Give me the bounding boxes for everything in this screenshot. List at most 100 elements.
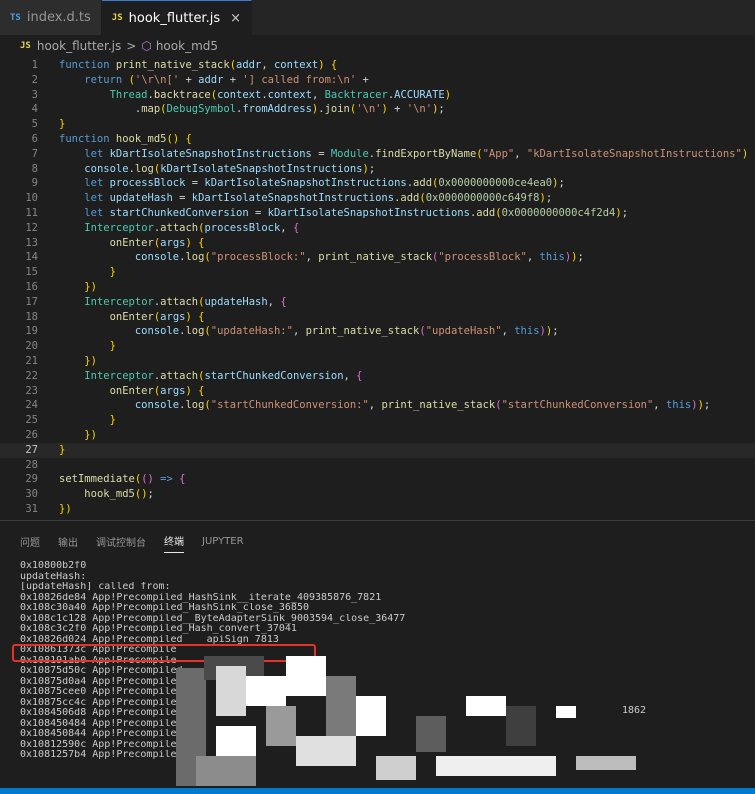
code-line[interactable]: 8 console.log(kDartIsolateSnapshotInstru…: [0, 162, 755, 177]
line-number: 19: [25, 325, 38, 338]
line-number: 6: [31, 132, 38, 145]
code-line[interactable]: 5}: [0, 117, 755, 132]
code-line[interactable]: 31}): [0, 502, 755, 517]
line-number: 10: [25, 192, 38, 205]
panel-tab[interactable]: JUPYTER: [202, 532, 244, 551]
code-line[interactable]: 16 }): [0, 280, 755, 295]
line-number: 21: [25, 354, 38, 367]
tab-index-d-ts[interactable]: TS index.d.ts: [0, 0, 102, 35]
tab-hook-flutter-js[interactable]: JS hook_flutter.js ×: [101, 0, 253, 35]
code-text: }: [109, 414, 116, 427]
terminal-line: [updateHash] called from:: [20, 582, 171, 592]
code-line[interactable]: 11 let startChunkedConversion = kDartIso…: [0, 206, 755, 221]
function-cube-icon: ⬡: [141, 39, 152, 53]
code-line[interactable]: 14 console.log("processBlock:", print_na…: [0, 250, 755, 265]
line-number: 16: [25, 280, 38, 293]
javascript-file-icon: JS: [111, 13, 123, 23]
code-line[interactable]: 25 }: [0, 413, 755, 428]
code-line[interactable]: 15 }: [0, 265, 755, 280]
terminal-line: 0x108c1c128 App!Precompiled__ByteAdapter…: [20, 613, 406, 624]
code-text: }: [59, 443, 66, 456]
line-number: 17: [25, 295, 38, 308]
breadcrumb-symbol[interactable]: hook_md5: [156, 39, 218, 53]
terminal-line: 0x10800b2f0: [20, 561, 87, 571]
code-text: let updateHash = kDartIsolateSnapshotIns…: [84, 192, 553, 205]
code-text: onEnter(args) {: [109, 310, 205, 323]
code-line[interactable]: 21 }): [0, 354, 755, 369]
line-number: 26: [25, 428, 38, 441]
code-line[interactable]: 28: [0, 458, 755, 473]
code-text: }): [84, 354, 97, 367]
breadcrumb-file[interactable]: hook_flutter.js: [37, 39, 121, 53]
line-number: 7: [31, 147, 38, 160]
code-text: console.log("updateHash:", print_native_…: [134, 325, 559, 338]
code-text: return ('\r\n[' + addr + '] called from:…: [84, 73, 369, 86]
breadcrumb: JS hook_flutter.js > ⬡ hook_md5: [0, 36, 755, 56]
line-number: 28: [25, 458, 38, 471]
line-number: 5: [31, 118, 38, 131]
code-text: console.log("startChunkedConversion:", p…: [134, 399, 711, 412]
code-text: Interceptor.attach(updateHash, {: [84, 295, 287, 308]
tab-label: hook_flutter.js: [128, 10, 221, 26]
panel-tab[interactable]: 问题: [20, 530, 40, 553]
line-number: 9: [31, 177, 38, 190]
typescript-file-icon: TS: [10, 12, 21, 23]
code-line[interactable]: 1 function print_native_stack(addr, conte…: [0, 58, 755, 73]
line-number: 25: [25, 414, 38, 427]
line-number: 24: [25, 399, 38, 412]
code-line[interactable]: 12 Interceptor.attach(processBlock, {: [0, 221, 755, 236]
code-text: .map(DebugSymbol.fromAddress).join('\n')…: [59, 103, 445, 116]
code-text: }: [109, 266, 116, 279]
code-text: console.log("processBlock:", print_nativ…: [134, 251, 584, 264]
code-line[interactable]: 30 hook_md5();: [0, 487, 755, 502]
code-text: setImmediate(() => {: [59, 473, 186, 486]
close-icon[interactable]: ×: [230, 11, 241, 26]
code-text: let startChunkedConversion = kDartIsolat…: [84, 206, 629, 219]
code-line[interactable]: 17 Interceptor.attach(updateHash, {: [0, 295, 755, 310]
line-number: 4: [31, 103, 38, 116]
code-line[interactable]: 19 console.log("updateHash:", print_nati…: [0, 324, 755, 339]
code-line[interactable]: 24 console.log("startChunkedConversion:"…: [0, 398, 755, 413]
code-text: Thread.backtrace(context.context, Backtr…: [109, 88, 452, 101]
code-line[interactable]: 26 }): [0, 428, 755, 443]
code-text: }): [59, 502, 72, 515]
line-number: 15: [25, 266, 38, 279]
code-line[interactable]: 6 function hook_md5() {: [0, 132, 755, 147]
panel-tab[interactable]: 输出: [58, 530, 78, 553]
code-text: onEnter(args) {: [109, 384, 205, 397]
code-line[interactable]: 3 Thread.backtrace(context.context, Back…: [0, 88, 755, 103]
line-number: 8: [31, 162, 38, 175]
code-line[interactable]: 27}: [0, 442, 755, 458]
code-line[interactable]: 29 setImmediate(() => {: [0, 472, 755, 487]
line-number: 29: [25, 473, 38, 486]
code-line[interactable]: 22 Interceptor.attach(startChunkedConver…: [0, 369, 755, 384]
terminal-line: 0x108c30a40 App!Precompiled_HashSink_clo…: [20, 603, 309, 613]
code-text: hook_md5();: [84, 488, 154, 501]
code-text: let processBlock = kDartIsolateSnapshotI…: [84, 177, 565, 190]
terminal-fragment: 1862: [622, 705, 647, 716]
code-line[interactable]: 13 onEnter(args) {: [0, 236, 755, 251]
code-line[interactable]: 18 onEnter(args) {: [0, 310, 755, 325]
line-number: 22: [25, 369, 38, 382]
code-text: }: [59, 118, 66, 131]
panel-divider: [0, 520, 755, 521]
line-number: 20: [25, 340, 38, 353]
code-line[interactable]: 7 let kDartIsolateSnapshotInstructions =…: [0, 147, 755, 162]
code-line[interactable]: 2 return ('\r\n[' + addr + '] called fro…: [0, 73, 755, 88]
javascript-file-icon: JS: [20, 41, 31, 51]
code-line[interactable]: 9 let processBlock = kDartIsolateSnapsho…: [0, 176, 755, 191]
code-line[interactable]: 10 let updateHash = kDartIsolateSnapshot…: [0, 191, 755, 206]
terminal-line: 0x108c3c2f0 App!Precompiled_Hash_convert…: [20, 624, 297, 634]
code-text: onEnter(args) {: [109, 236, 205, 249]
code-editor[interactable]: 1 function print_native_stack(addr, conte…: [0, 58, 755, 520]
code-line[interactable]: 4 .map(DebugSymbol.fromAddress).join('\n…: [0, 102, 755, 117]
code-line[interactable]: 20 }: [0, 339, 755, 354]
code-text: let kDartIsolateSnapshotInstructions = M…: [84, 147, 749, 160]
tab-label: index.d.ts: [26, 10, 91, 25]
panel-tab[interactable]: 终端: [164, 529, 184, 553]
panel-tab[interactable]: 调试控制台: [96, 530, 146, 553]
code-text: console.log(kDartIsolateSnapshotInstruct…: [84, 162, 376, 175]
code-line[interactable]: 23 onEnter(args) {: [0, 384, 755, 399]
line-number: 13: [25, 236, 38, 249]
line-number: 18: [25, 310, 38, 323]
